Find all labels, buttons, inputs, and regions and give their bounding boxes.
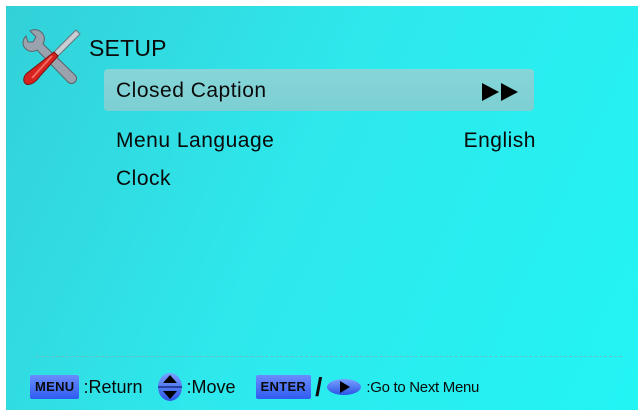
menu-item-closed-caption[interactable]: Closed Caption [104,69,534,111]
up-down-arrow-icon [157,373,182,401]
menu-item-value: English [463,129,536,152]
right-arrow-button-icon [327,379,362,395]
menu-key-badge: MENU [30,375,80,399]
enter-key-badge: ENTER [255,375,312,399]
setup-screen: SETUP Closed Caption Menu Language Engli… [6,6,638,410]
menu-item-clock[interactable]: Clock [104,157,534,199]
next-menu-hint: :Go to Next Menu [366,378,480,396]
page-title: SETUP [89,35,167,61]
double-right-arrow-icon [482,83,518,101]
move-hint: :Move [186,376,236,397]
menu-item-label: Menu Language [116,129,275,152]
menu-item-menu-language[interactable]: Menu Language English [104,119,536,161]
slash-separator: / [315,372,323,402]
menu-item-label: Closed Caption [116,79,267,102]
tools-icon [22,29,81,85]
menu-item-label: Clock [116,167,172,190]
help-bar: MENU :Return :Move ENTER / :Go to Next M… [30,372,479,402]
return-hint: :Return [83,376,143,397]
footer-divider [36,356,622,357]
